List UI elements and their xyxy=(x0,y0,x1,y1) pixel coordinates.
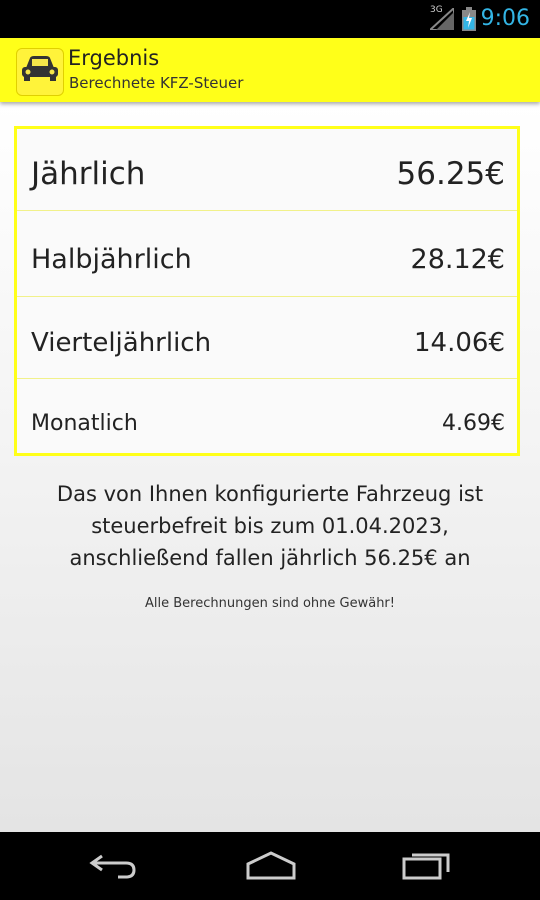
info-line: steuerbefreit bis zum 01.04.2023, xyxy=(91,514,449,538)
clock: 9:06 xyxy=(480,6,530,31)
info-line: anschließend fallen jährlich 56.25€ an xyxy=(69,546,471,570)
result-value: 56.25€ xyxy=(396,156,505,192)
tax-result-table: Jährlich 56.25€ Halbjährlich 28.12€ Vier… xyxy=(14,126,520,456)
result-row-half-yearly: Halbjährlich 28.12€ xyxy=(17,211,517,297)
result-row-yearly: Jährlich 56.25€ xyxy=(17,129,517,211)
car-icon xyxy=(22,56,58,81)
home-icon[interactable] xyxy=(244,850,298,880)
recent-apps-icon[interactable] xyxy=(402,850,452,880)
result-value: 4.69€ xyxy=(442,411,505,436)
info-line: Das von Ihnen konfigurierte Fahrzeug ist xyxy=(56,482,484,506)
battery-charging-icon xyxy=(462,7,476,31)
result-row-monthly: Monatlich 4.69€ xyxy=(17,379,517,453)
result-label: Jährlich xyxy=(31,156,146,192)
navigation-bar xyxy=(0,832,540,900)
content-area: Jährlich 56.25€ Halbjährlich 28.12€ Vier… xyxy=(0,102,540,832)
screen-title: Ergebnis xyxy=(68,46,160,70)
result-value: 28.12€ xyxy=(410,244,505,275)
back-icon[interactable] xyxy=(88,850,138,880)
result-label: Vierteljährlich xyxy=(31,328,212,358)
status-bar: 3G 9:06 xyxy=(0,0,540,38)
tax-exemption-info: Das von Ihnen konfigurierte Fahrzeug ist… xyxy=(10,478,530,574)
app-icon[interactable] xyxy=(16,48,64,96)
screen-subtitle: Berechnete KFZ-Steuer xyxy=(69,74,244,92)
result-label: Monatlich xyxy=(31,411,138,436)
disclaimer-text: Alle Berechnungen sind ohne Gewähr! xyxy=(145,596,395,611)
result-row-quarterly: Vierteljährlich 14.06€ xyxy=(17,297,517,379)
result-value: 14.06€ xyxy=(414,328,505,358)
action-bar: Ergebnis Berechnete KFZ-Steuer xyxy=(0,38,540,102)
signal-icon xyxy=(430,8,454,30)
result-label: Halbjährlich xyxy=(31,244,192,275)
